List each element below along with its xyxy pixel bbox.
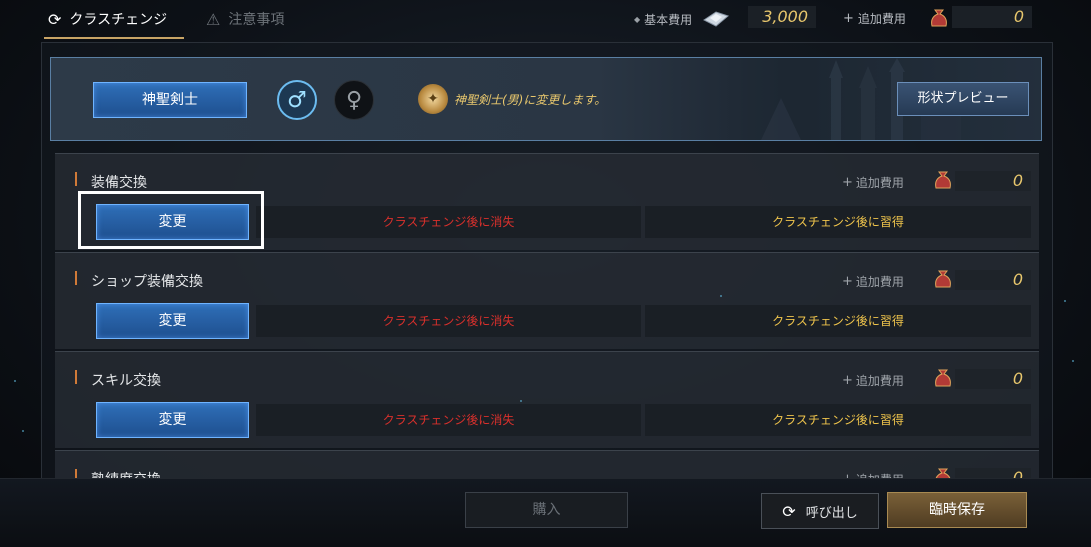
call-button[interactable]: ⟳ 呼び出し — [761, 493, 879, 529]
plus-icon: + — [843, 11, 854, 26]
gained-after-change-box: クラスチェンジ後に習得 — [645, 206, 1031, 238]
female-symbol-icon: ♀ — [345, 87, 363, 113]
refresh-icon: ⟳ — [48, 9, 62, 29]
diamond-bullet-icon: ◆ — [634, 14, 641, 24]
sparkle-particle — [720, 295, 722, 297]
plus-icon: + — [842, 373, 853, 388]
add-cost-value: 0 — [955, 171, 1031, 191]
section-proficiency-exchange: 熟練度交換 + 追加費用 0 — [55, 450, 1039, 481]
add-cost-label-group: + 追加費用 — [842, 174, 904, 191]
add-cost-label: 追加費用 — [855, 176, 904, 190]
tab-class-change-label: クラスチェンジ — [69, 12, 168, 28]
plus-icon: + — [842, 274, 853, 289]
male-symbol-icon: ♂ — [287, 87, 307, 113]
add-cost-label: 追加費用 — [855, 374, 904, 388]
active-tab-indicator — [44, 37, 184, 39]
base-cost-label-group: ◆ 基本費用 — [634, 10, 730, 28]
female-gender-button[interactable]: ♀ — [334, 80, 374, 120]
crystal-icon — [703, 11, 730, 27]
money-bag-icon — [935, 171, 951, 189]
class-change-info: ✦ 神聖剣士(男)に変更します。 — [418, 84, 606, 114]
sparkle-particle — [1064, 300, 1066, 302]
class-select-button[interactable]: 神聖剣士 — [93, 82, 247, 118]
section-marker — [75, 370, 77, 384]
shape-preview-button[interactable]: 形状プレビュー — [897, 82, 1029, 116]
tab-notes[interactable]: ⚠ 注意事項 — [206, 9, 284, 29]
sparkle-particle — [14, 380, 16, 382]
class-emblem-icon: ✦ — [418, 84, 448, 114]
extra-cost-label-group: + 追加費用 — [843, 10, 906, 27]
base-cost-value: 3,000 — [748, 6, 816, 28]
section-marker — [75, 172, 77, 186]
extra-cost-value: 0 — [952, 6, 1032, 28]
top-bar: ⟳ クラスチェンジ ⚠ 注意事項 ◆ 基本費用 3,000 + 追加費用 0 — [0, 0, 1091, 40]
money-bag-icon — [935, 270, 951, 288]
add-cost-value: 0 — [955, 270, 1031, 290]
section-shop-equipment-exchange: ショップ装備交換 + 追加費用 0 変更 クラスチェンジ後に消失 クラスチェンジ… — [55, 252, 1039, 349]
warning-icon: ⚠ — [206, 9, 221, 29]
tab-class-change[interactable]: ⟳ クラスチェンジ — [48, 9, 167, 29]
section-title: ショップ装備交換 — [91, 274, 203, 290]
add-cost-label: 追加費用 — [855, 275, 904, 289]
focus-highlight-frame — [78, 191, 264, 249]
class-change-info-text: 神聖剣士(男)に変更します。 — [454, 92, 607, 107]
add-cost-label-group: + 追加費用 — [842, 273, 904, 290]
reload-icon: ⟳ — [782, 501, 796, 521]
lost-after-change-box: クラスチェンジ後に消失 — [256, 404, 641, 436]
money-bag-icon — [935, 369, 951, 387]
extra-cost-label: 追加費用 — [857, 12, 906, 26]
section-skill-exchange: スキル交換 + 追加費用 0 変更 クラスチェンジ後に消失 クラスチェンジ後に習… — [55, 351, 1039, 448]
base-cost-label: 基本費用 — [644, 12, 693, 27]
gained-after-change-box: クラスチェンジ後に習得 — [645, 404, 1031, 436]
gained-after-change-box: クラスチェンジ後に習得 — [645, 305, 1031, 337]
temporary-save-button[interactable]: 臨時保存 — [887, 492, 1027, 528]
sparkle-particle — [22, 430, 24, 432]
add-cost-value: 0 — [955, 369, 1031, 389]
section-title: 装備交換 — [91, 175, 147, 191]
change-button[interactable]: 変更 — [96, 402, 249, 438]
sparkle-particle — [1072, 360, 1074, 362]
money-bag-icon — [931, 9, 947, 27]
tab-notes-label: 注意事項 — [228, 12, 285, 28]
add-cost-label-group: + 追加費用 — [842, 372, 904, 389]
section-title: スキル交換 — [91, 373, 161, 389]
male-gender-button[interactable]: ♂ — [277, 80, 317, 120]
change-button[interactable]: 変更 — [96, 303, 249, 339]
buy-button[interactable]: 購入 — [465, 492, 628, 528]
plus-icon: + — [842, 175, 853, 190]
lost-after-change-box: クラスチェンジ後に消失 — [256, 305, 641, 337]
lost-after-change-box: クラスチェンジ後に消失 — [256, 206, 641, 238]
section-marker — [75, 271, 77, 285]
call-button-label: 呼び出し — [805, 505, 858, 521]
sparkle-particle — [520, 400, 522, 402]
